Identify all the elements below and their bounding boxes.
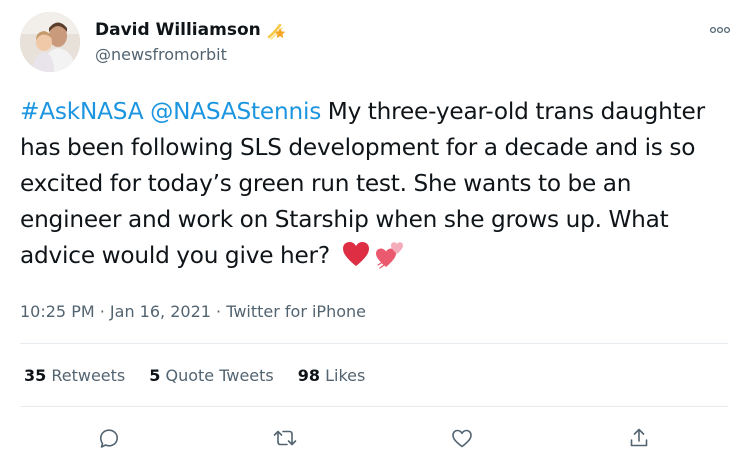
reply-button[interactable] [91,420,127,456]
retweet-button[interactable] [267,420,303,456]
tweet-card: David Williamson @newsfromorbit #AskNASA… [0,0,748,467]
tweet-text: #AskNASA @NASAStennis My three-year-old … [20,94,732,274]
retweets-stat[interactable]: 35 Retweets [24,366,125,385]
action-bar [0,420,748,456]
quote-tweets-stat[interactable]: 5 Quote Tweets [149,366,273,385]
hashtag-link[interactable]: #AskNASA [20,98,144,125]
divider [20,343,728,344]
author-handle[interactable]: @newsfromorbit [95,45,227,64]
share-icon [630,428,648,447]
like-icon [452,429,472,448]
more-options-button[interactable] [706,16,734,44]
avatar[interactable] [20,12,80,72]
meta-separator: · [210,302,227,321]
retweet-icon [273,430,297,446]
two-hearts-emoji [375,239,405,269]
likes-stat[interactable]: 98 Likes [298,366,366,385]
reply-icon [100,429,118,448]
likes-label: Likes [325,366,366,385]
divider [20,406,728,407]
likes-count: 98 [297,366,320,385]
shooting-star-emoji [266,19,288,41]
tweet-date[interactable]: Jan 16, 2021 [110,302,211,321]
more-dots-icon [709,26,731,34]
tweet-meta: 10:25 PM · Jan 16, 2021 · Twitter for iP… [20,302,366,321]
share-button[interactable] [621,420,657,456]
author-display-name[interactable]: David Williamson [95,20,261,40]
avatar-image [20,12,80,72]
tweet-time[interactable]: 10:25 PM [20,302,95,321]
quotes-count: 5 [149,366,161,385]
author-name-row[interactable]: David Williamson [95,18,288,42]
mention-link[interactable]: @NASAStennis [150,98,321,125]
quotes-label: Quote Tweets [165,366,274,385]
tweet-source[interactable]: Twitter for iPhone [226,302,366,321]
like-button[interactable] [444,420,480,456]
red-heart-emoji [341,239,371,269]
retweets-count: 35 [24,366,47,385]
tweet-stats: 35 Retweets 5 Quote Tweets 98 Likes [24,366,365,385]
retweets-label: Retweets [51,366,126,385]
meta-separator: · [94,302,110,321]
